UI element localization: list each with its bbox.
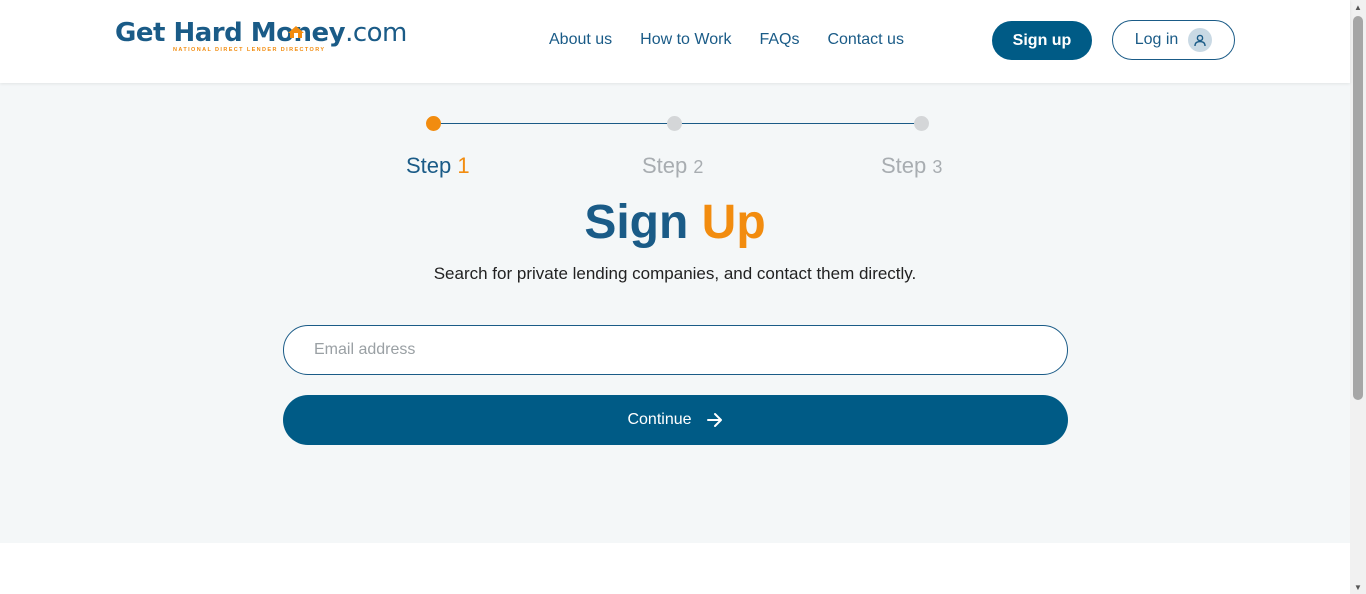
site-header: Get Hard Money.com NATIONAL DIRECT LENDE… [0, 0, 1350, 83]
stepper: Step 1 Step 2 Step 3 [0, 83, 1350, 193]
nav-faqs[interactable]: FAQs [759, 31, 799, 49]
step-2-label: Step 2 [642, 153, 704, 178]
page-title: Sign Up [584, 196, 766, 249]
step-connector [433, 123, 674, 124]
logo-tagline: NATIONAL DIRECT LENDER DIRECTORY [173, 47, 326, 53]
scrollbar-thumb[interactable] [1353, 16, 1363, 400]
house-icon [288, 26, 304, 38]
login-button-label: Log in [1134, 31, 1179, 48]
step-1-label: Step 1 [406, 153, 470, 178]
step-3-dot [914, 116, 929, 131]
login-button[interactable]: Log in [1112, 20, 1235, 60]
step-2-dot [667, 116, 682, 131]
scroll-down-arrow-icon[interactable]: ▼ [1350, 580, 1366, 594]
logo-wordmark: Get Hard Money.com [115, 18, 407, 48]
signup-button[interactable]: Sign up [992, 21, 1092, 60]
signup-button-label: Sign up [1012, 31, 1072, 49]
nav-about-us[interactable]: About us [549, 31, 612, 49]
nav-how-to-work[interactable]: How to Work [640, 31, 731, 49]
email-field[interactable] [283, 325, 1068, 375]
step-3-label: Step 3 [881, 153, 943, 178]
step-connector [674, 123, 922, 124]
step-1-dot [426, 116, 441, 131]
arrow-right-icon [706, 413, 722, 427]
continue-button-label: Continue [627, 411, 692, 428]
page-scrollbar[interactable]: ▲ ▼ [1350, 0, 1366, 594]
logo[interactable]: Get Hard Money.com NATIONAL DIRECT LENDE… [115, 18, 430, 58]
main-nav: About us How to Work FAQs Contact us [549, 31, 932, 49]
scroll-up-arrow-icon[interactable]: ▲ [1350, 0, 1366, 14]
user-icon [1188, 28, 1213, 52]
nav-contact-us[interactable]: Contact us [827, 31, 903, 49]
continue-button[interactable]: Continue [283, 395, 1068, 445]
page-subtitle: Search for private lending companies, an… [433, 264, 917, 283]
signup-section: Step 1 Step 2 Step 3 Sign Up Search for … [0, 83, 1350, 543]
